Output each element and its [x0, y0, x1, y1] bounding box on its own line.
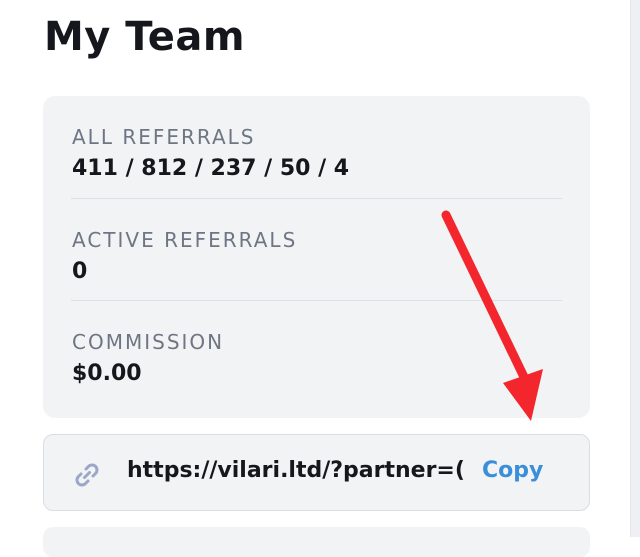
- red-arrow-annotation: [441, 210, 543, 421]
- stat-value: 411 / 812 / 237 / 50 / 4: [72, 156, 350, 181]
- stat-label: ACTIVE REFERRALS: [72, 228, 298, 252]
- page-title: My Team: [44, 14, 246, 60]
- stat-value: $0.00: [72, 361, 142, 386]
- referral-link-url[interactable]: https://vilari.ltd/?partner=(: [127, 456, 465, 486]
- stat-label: ALL REFERRALS: [72, 125, 256, 149]
- next-card: [43, 527, 590, 557]
- link-icon: [72, 460, 102, 490]
- copy-link-button[interactable]: Copy: [482, 456, 543, 486]
- right-scroll-edge: [630, 0, 640, 537]
- stat-value: 0: [72, 259, 88, 284]
- referral-link-box: https://vilari.ltd/?partner=( Copy: [43, 434, 590, 511]
- stat-label: COMMISSION: [72, 330, 225, 354]
- stat-all-referrals: ALL REFERRALS 411 / 812 / 237 / 50 / 4: [71, 96, 562, 198]
